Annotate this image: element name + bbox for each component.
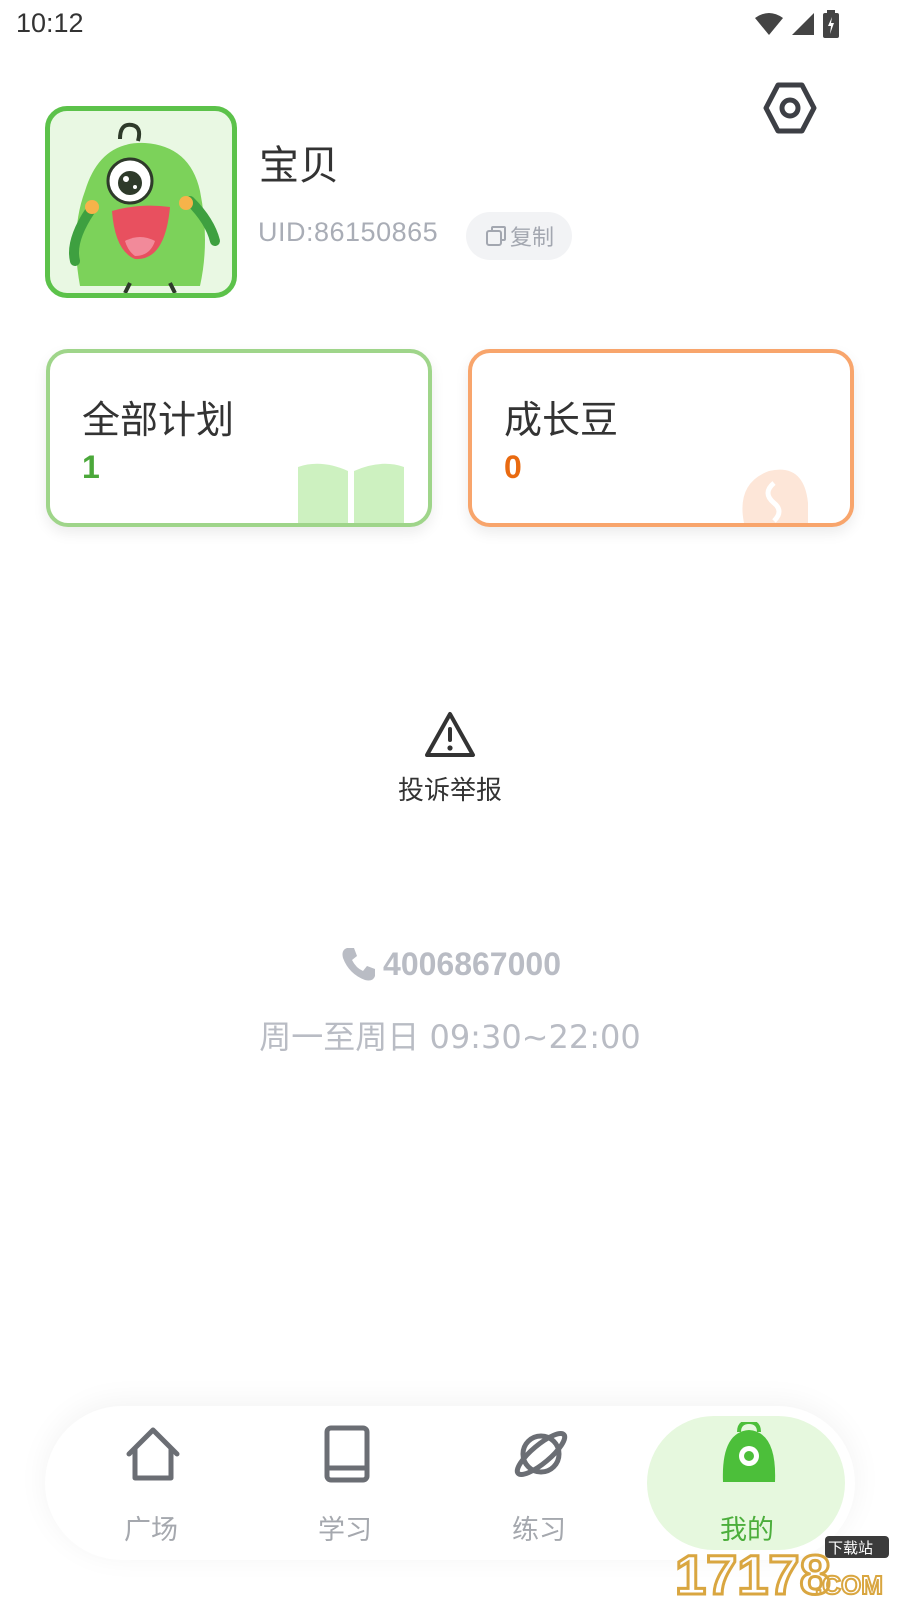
wifi-icon [755,13,783,35]
signal-icon [792,13,814,35]
settings-hexagon-icon [763,82,817,134]
planet-icon [514,1431,568,1477]
settings-button[interactable] [762,80,818,136]
nav-tab-practice[interactable]: 练习 [441,1406,637,1560]
watermark-logo: 17178 下载站 .COM [675,1536,889,1600]
battery-icon [823,10,839,38]
status-time: 10:12 [16,8,84,38]
open-book-deco-icon [298,463,404,523]
avatar[interactable] [45,106,237,298]
phone-number: 4006867000 [383,945,561,982]
all-plans-count: 1 [82,449,100,485]
watermark-tag: 下载站 [828,1539,873,1557]
status-bar: 10:12 [0,0,900,50]
growth-beans-title: 成长豆 [504,398,619,442]
status-icons [754,10,840,38]
book-icon [324,1425,370,1483]
monster-icon [722,1422,776,1482]
bean-deco-icon [742,469,808,523]
all-plans-title: 全部计划 [82,398,235,442]
home-icon [126,1427,180,1481]
copy-uid-button[interactable]: 复制 [466,212,572,260]
nav-tab-plaza[interactable]: 广场 [53,1406,249,1560]
copy-label: 复制 [509,226,554,251]
warning-triangle-icon [425,712,475,757]
watermark-number: 17178 [675,1543,831,1600]
nav-tab-study[interactable]: 学习 [247,1406,443,1560]
user-uid: UID:86150865 [258,217,439,247]
copy-icon [485,226,506,246]
growth-beans-card[interactable]: 成长豆 0 [468,349,854,527]
service-hours: 周一至周日 09:30~22:00 [259,1018,641,1056]
phone-icon [342,948,376,981]
complaint-report-label: 投诉举报 [397,776,502,806]
nav-label-practice: 练习 [512,1515,566,1546]
contact-phone[interactable]: 4006867000 [0,944,900,984]
nav-label-study: 学习 [318,1515,372,1546]
nav-label-plaza: 广场 [124,1515,178,1546]
all-plans-card[interactable]: 全部计划 1 [46,349,432,527]
watermark-suffix: .COM [815,1570,883,1600]
growth-beans-count: 0 [504,449,522,485]
complaint-report-button[interactable]: 投诉举报 [350,710,550,807]
user-name: 宝贝 [259,143,339,189]
green-monster-avatar [69,122,220,293]
